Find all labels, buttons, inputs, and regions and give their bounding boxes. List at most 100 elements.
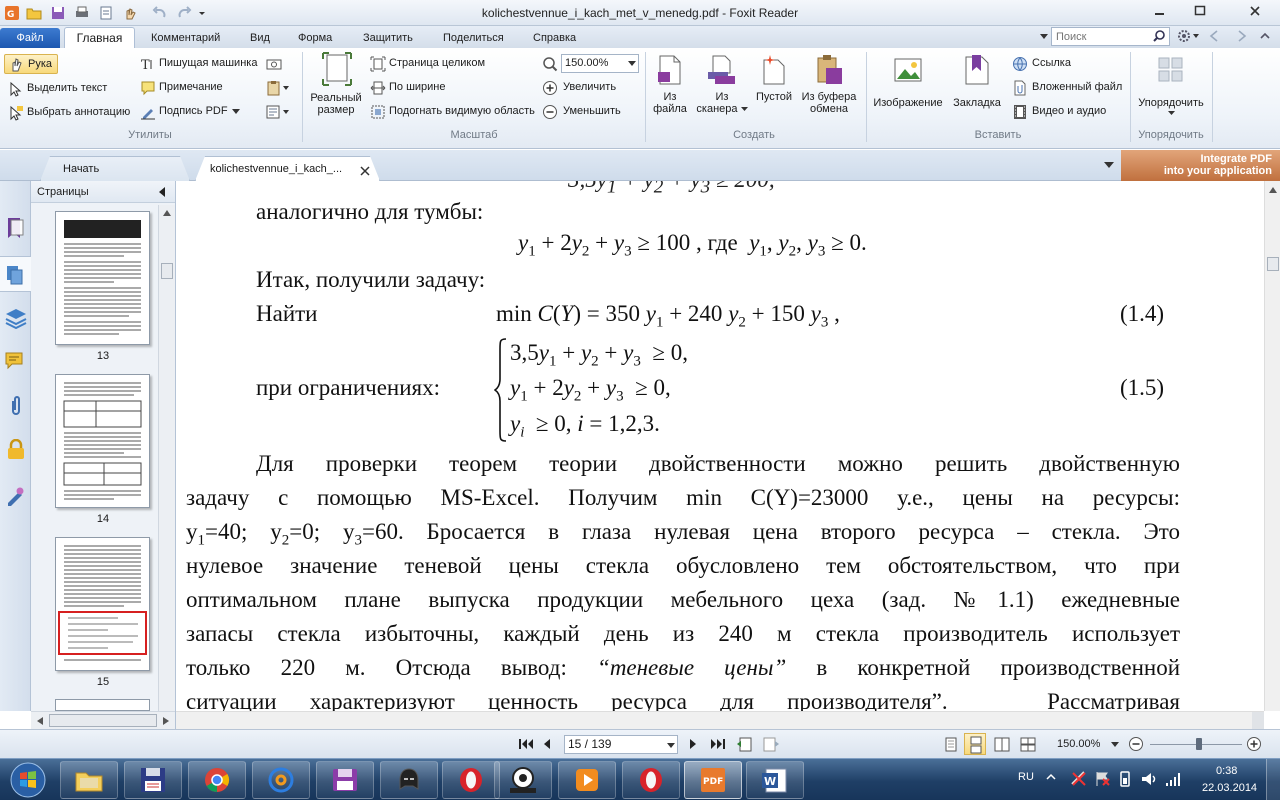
start-button[interactable] <box>2 759 54 800</box>
tray-battery-icon[interactable] <box>1118 770 1132 788</box>
zoom-in-button[interactable]: Увеличить <box>542 80 632 98</box>
clock-date[interactable]: 22.03.2014 <box>1202 782 1257 794</box>
search-options-icon[interactable] <box>1038 30 1050 44</box>
taskbar-word[interactable]: W <box>746 761 804 799</box>
fit-page-button[interactable]: Страница целиком <box>370 56 490 74</box>
zoom-level-select[interactable]: 150.00% <box>561 54 639 73</box>
tab-view[interactable]: Вид <box>244 29 276 48</box>
scroll-right-icon[interactable] <box>163 717 169 725</box>
zoom-in-status-icon[interactable] <box>1246 736 1262 752</box>
nav-back-icon[interactable] <box>1208 29 1220 43</box>
taskbar-chrome-dev[interactable] <box>494 761 552 799</box>
arrange-button[interactable]: Упорядочить <box>1134 54 1208 122</box>
tray-volume-icon[interactable] <box>1140 770 1158 788</box>
page-thumbnail-13[interactable] <box>55 211 150 345</box>
chevron-down-icon[interactable] <box>1111 742 1119 748</box>
tab-document[interactable]: kolichestvennue_i_kach_... <box>195 156 380 181</box>
create-from-file-button[interactable]: Из файла <box>648 54 692 122</box>
hand-tool-button[interactable]: Рука <box>4 54 58 74</box>
tray-expand-icon[interactable] <box>1046 772 1056 782</box>
zoom-slider-thumb[interactable] <box>1196 738 1202 750</box>
attachments-icon[interactable] <box>5 395 27 417</box>
tray-flag-icon[interactable] <box>1094 770 1112 788</box>
facing-view-icon[interactable] <box>994 737 1010 752</box>
signatures-icon[interactable] <box>5 484 27 506</box>
security-lock-icon[interactable] <box>6 439 26 461</box>
tab-file[interactable]: Файл <box>0 28 60 48</box>
continuous-view-button[interactable] <box>964 733 986 755</box>
taskbar-total-commander[interactable] <box>124 761 182 799</box>
taskbar-chrome[interactable] <box>188 761 246 799</box>
actual-size-button[interactable]: Реальный размер <box>306 52 366 122</box>
next-page-icon[interactable] <box>688 738 698 750</box>
fit-width-button[interactable]: По ширине <box>370 80 460 98</box>
comments-icon[interactable] <box>5 351 27 373</box>
insert-link-button[interactable]: Ссылка <box>1012 56 1112 74</box>
document-horizontal-scrollbar[interactable] <box>176 711 1264 730</box>
insert-attachment-button[interactable]: Вложенный файл <box>1012 80 1127 98</box>
create-from-scanner-button[interactable]: Из сканера <box>696 54 748 122</box>
settings-gear-icon[interactable] <box>1176 28 1200 44</box>
tab-home[interactable]: Главная <box>64 27 135 48</box>
taskbar-opera[interactable] <box>442 761 500 799</box>
collapse-panel-icon[interactable] <box>158 187 166 197</box>
previous-view-icon[interactable] <box>736 736 754 752</box>
tab-protect[interactable]: Защитить <box>357 29 419 48</box>
scroll-up-icon[interactable] <box>1269 187 1277 193</box>
first-page-icon[interactable] <box>518 738 534 750</box>
create-from-clipboard-button[interactable]: Из буфера обмена <box>798 54 860 122</box>
single-page-view-icon[interactable] <box>944 737 958 752</box>
taskbar-media-player[interactable] <box>558 761 616 799</box>
tab-help[interactable]: Справка <box>527 29 582 48</box>
select-text-button[interactable]: Выделить текст <box>6 80 116 98</box>
show-desktop-button[interactable] <box>1266 759 1280 800</box>
insert-bookmark-button[interactable]: Закладка <box>948 54 1006 122</box>
document-vertical-scrollbar[interactable] <box>1264 181 1280 711</box>
tray-signal-icon[interactable] <box>1164 770 1182 788</box>
maximize-button[interactable] <box>1185 0 1215 22</box>
camera-snapshot-icon[interactable] <box>266 56 284 72</box>
close-tab-icon[interactable] <box>360 166 370 176</box>
tabs-dropdown-icon[interactable] <box>1104 162 1114 170</box>
pdf-sign-button[interactable]: Подпись PDF <box>138 104 244 122</box>
continuous-facing-view-icon[interactable] <box>1020 737 1036 752</box>
taskbar-opera-2[interactable] <box>622 761 680 799</box>
tab-start[interactable]: Начать <box>40 156 190 181</box>
pages-panel-scrollbar[interactable] <box>158 205 175 711</box>
taskbar-media-app[interactable] <box>380 761 438 799</box>
scroll-left-icon[interactable] <box>37 717 43 725</box>
fit-visible-button[interactable]: Подогнать видимую область <box>370 104 540 122</box>
typewriter-button[interactable]: T Пишущая машинка <box>138 56 263 74</box>
insert-image-button[interactable]: Изображение <box>870 54 946 122</box>
integrate-pdf-banner[interactable]: Integrate PDF into your application <box>1121 150 1280 181</box>
document-scroll-thumb[interactable] <box>1267 257 1279 271</box>
layers-icon[interactable] <box>5 307 27 329</box>
clipboard-dropdown-icon[interactable] <box>266 80 292 96</box>
taskbar-foxit-reader[interactable]: PDF <box>684 761 742 799</box>
note-button[interactable]: Примечание <box>138 80 228 98</box>
page-thumbnail-16[interactable] <box>55 699 150 711</box>
tab-form[interactable]: Форма <box>292 29 338 48</box>
page-number-input[interactable]: 15 / 139 <box>564 735 678 754</box>
document-view[interactable]: 3,5y1 + y2 + y3 ≥ 200, аналогично для ту… <box>176 181 1264 711</box>
tray-network-icon[interactable] <box>1070 770 1088 788</box>
pages-hscroll-thumb[interactable] <box>49 714 157 727</box>
page-layout-dropdown-icon[interactable] <box>266 104 292 120</box>
minimize-button[interactable] <box>1145 0 1175 22</box>
zoom-level-status[interactable]: 150.00% <box>1057 738 1100 750</box>
search-icon[interactable] <box>1152 29 1166 43</box>
scroll-up-icon[interactable] <box>163 210 171 216</box>
taskbar-save-app[interactable] <box>316 761 374 799</box>
language-indicator[interactable]: RU <box>1018 771 1034 783</box>
pages-panel-hscrollbar[interactable] <box>31 711 175 729</box>
insert-video-audio-button[interactable]: Видео и аудио <box>1012 104 1127 122</box>
previous-page-icon[interactable] <box>542 738 552 750</box>
tab-share[interactable]: Поделиться <box>437 29 510 48</box>
next-view-icon[interactable] <box>762 736 780 752</box>
ribbon-collapse-icon[interactable] <box>1258 29 1272 43</box>
last-page-icon[interactable] <box>710 738 726 750</box>
pages-scroll-thumb[interactable] <box>161 263 173 279</box>
zoom-out-button[interactable]: Уменьшить <box>542 104 632 122</box>
clock-time[interactable]: 0:38 <box>1216 765 1237 777</box>
select-annotation-button[interactable]: Выбрать аннотацию <box>6 104 132 122</box>
